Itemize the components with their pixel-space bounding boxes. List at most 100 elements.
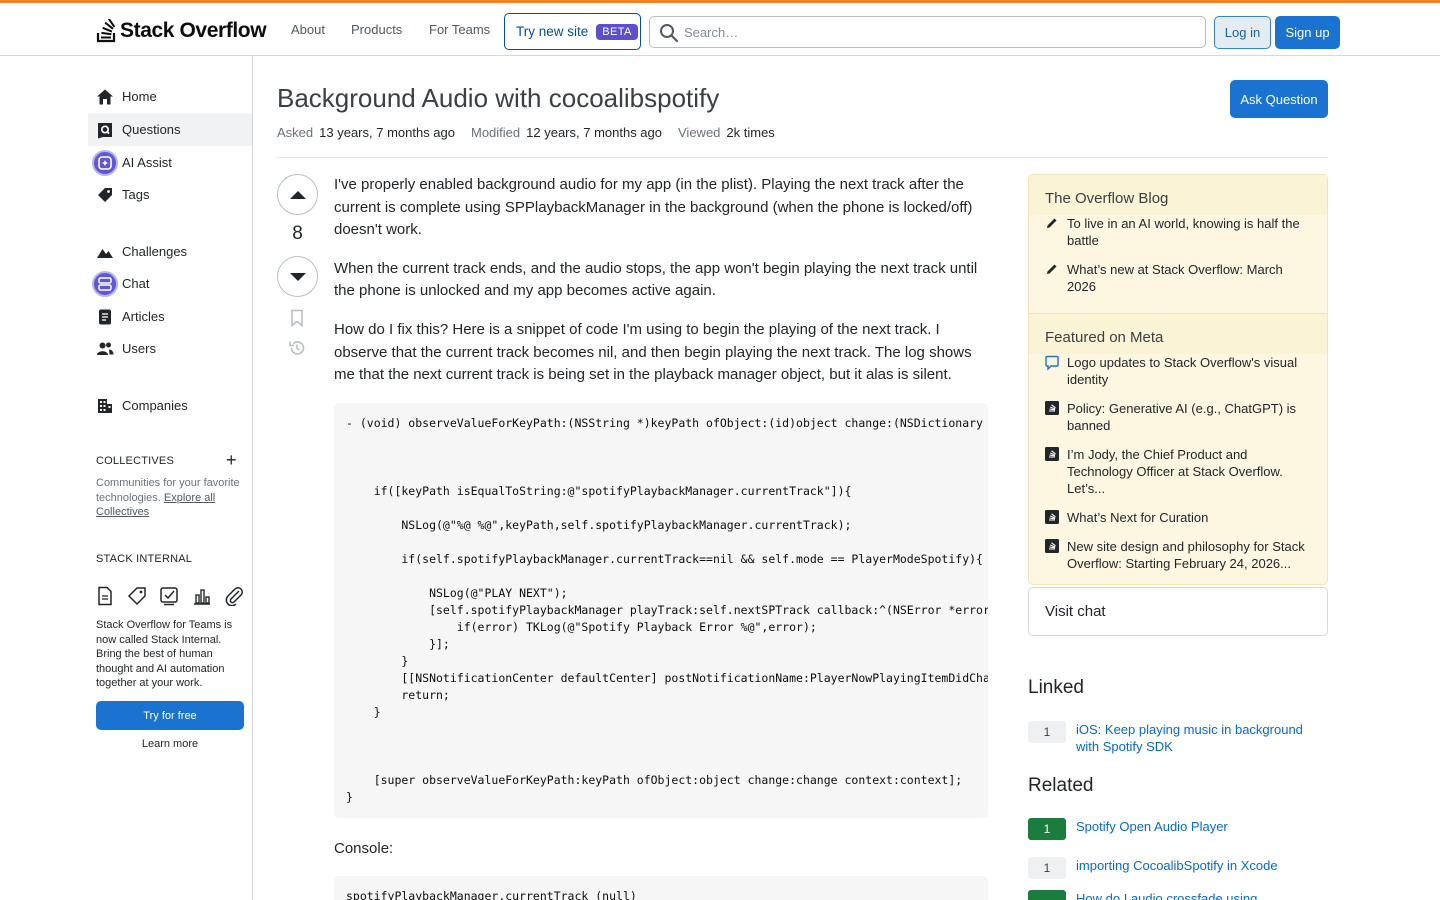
related-question-link[interactable]: How do I audio crossfade using (1076, 890, 1257, 900)
related-question-link[interactable]: Spotify Open Audio Player (1076, 818, 1228, 840)
blog-widget: The Overflow Blog To live in an AI world… (1028, 174, 1328, 585)
comment-icon (1045, 355, 1059, 371)
meta-title: Featured on Meta (1029, 313, 1327, 354)
modified-label: Modified (471, 125, 521, 140)
login-button[interactable]: Log in (1214, 16, 1271, 49)
sidebar-item-label: Chat (122, 276, 150, 291)
sidebar-item-label: Companies (122, 398, 188, 413)
signup-button[interactable]: Sign up (1275, 16, 1340, 49)
downvote-icon (289, 272, 306, 281)
nav-products[interactable]: Products (351, 22, 402, 37)
upvote-button[interactable] (277, 174, 318, 215)
stack-internal-title: STACK INTERNAL (96, 553, 193, 565)
search-box[interactable] (649, 16, 1206, 48)
console-code-block[interactable]: spotifyPlaybackManager.currentTrack (nul… (334, 876, 988, 900)
related-question-link[interactable]: importing CocoalibSpotify in Xcode (1076, 857, 1278, 879)
score-badge: 1 (1028, 721, 1066, 743)
bar-chart-icon (193, 589, 210, 605)
sidebar-item-label: Users (122, 341, 156, 356)
sidebar-item-tags[interactable]: Tags (88, 178, 252, 211)
blog-item[interactable]: What’s new at Stack Overflow: March 2026 (1029, 261, 1327, 295)
post-paragraph: When the current track ends, and the aud… (334, 259, 978, 300)
meta-item[interactable]: What’s Next for Curation (1029, 509, 1327, 526)
logo-text: Stack Overflow (120, 19, 267, 42)
companies-icon (96, 397, 114, 415)
review-icon (160, 587, 178, 606)
sidebar-item-ai-assist[interactable]: AI Assist (88, 146, 252, 179)
left-sidebar: Home Questions AI Assist Tags Challenges… (0, 56, 253, 900)
asked-label: Asked (277, 125, 314, 140)
ai-assist-icon (92, 149, 118, 176)
score-badge: 1 (1028, 857, 1066, 879)
home-icon (96, 88, 114, 106)
search-input[interactable] (684, 24, 1205, 40)
sidebar-item-companies[interactable]: Companies (88, 389, 252, 422)
sidebar-item-users[interactable]: Users (88, 332, 252, 365)
collectives-title: COLLECTIVES (96, 455, 175, 467)
linked-question-link[interactable]: iOS: Keep playing music in background wi… (1076, 721, 1328, 755)
modified-value[interactable]: 12 years, 7 months ago (526, 125, 662, 140)
downvote-button[interactable] (277, 256, 318, 297)
try-for-free-button[interactable]: Try for free (96, 701, 244, 730)
pencil-icon (1047, 218, 1057, 228)
question-title[interactable]: Background Audio with cocoalibspotify (277, 83, 719, 114)
sidebar-item-label: Questions (122, 122, 181, 137)
related-question: 1 importing CocoalibSpotify in Xcode (1028, 857, 1328, 879)
learn-more-link[interactable]: Learn more (96, 738, 244, 750)
add-collective-icon[interactable]: + (226, 451, 237, 469)
challenges-icon (96, 243, 114, 261)
blog-title: The Overflow Blog (1029, 175, 1327, 215)
upvote-icon (289, 190, 306, 199)
tag-outline-icon (127, 587, 146, 606)
related-title: Related (1028, 775, 1094, 796)
blog-item[interactable]: To live in an AI world, knowing is half … (1029, 215, 1327, 249)
linked-question: 1 iOS: Keep playing music in background … (1028, 721, 1328, 755)
question-meta: Asked 13 years, 7 months ago Modified 12… (277, 125, 791, 140)
paperclip-icon (225, 587, 243, 606)
related-question: 1 Spotify Open Audio Player (1028, 818, 1328, 840)
sidebar-item-articles[interactable]: Articles (88, 300, 252, 333)
score-badge: 1 (1028, 818, 1066, 840)
logo-icon (96, 19, 116, 43)
ask-question-button[interactable]: Ask Question (1230, 80, 1328, 118)
score-badge (1028, 890, 1066, 900)
meta-item[interactable]: I’m Jody, the Chief Product and Technolo… (1029, 446, 1327, 497)
document-icon (98, 586, 112, 606)
tag-icon (96, 186, 114, 204)
stack-internal-icons (96, 586, 244, 606)
search-icon (660, 24, 679, 43)
nav-for-teams[interactable]: For Teams (429, 22, 490, 37)
viewed-value: 2k times (726, 125, 775, 140)
question-body: I've properly enabled background audio f… (334, 174, 988, 900)
stack-overflow-logo[interactable]: Stack Overflow (96, 18, 267, 44)
nav-about[interactable]: About (291, 22, 325, 37)
console-label: Console: (334, 839, 394, 857)
chat-icon (92, 270, 118, 297)
sidebar-item-label: Articles (122, 309, 165, 324)
history-icon[interactable] (288, 339, 306, 357)
vote-count: 8 (292, 223, 303, 244)
meta-item[interactable]: Logo updates to Stack Overflow's visual … (1029, 354, 1327, 388)
visit-chat-button[interactable]: Visit chat (1028, 587, 1328, 636)
related-question: How do I audio crossfade using (1028, 890, 1328, 900)
viewed-label: Viewed (678, 125, 721, 140)
stackoverflow-icon (1045, 510, 1059, 524)
post-paragraph: I've properly enabled background audio f… (334, 176, 973, 239)
pencil-icon (1047, 264, 1057, 274)
sidebar-item-challenges[interactable]: Challenges (88, 235, 252, 268)
top-bar: Stack Overflow About Products For Teams … (0, 0, 1440, 56)
code-block[interactable]: - (void) observeValueForKeyPath:(NSStrin… (334, 402, 988, 818)
sidebar-item-questions[interactable]: Questions (88, 113, 252, 146)
bookmark-icon[interactable] (288, 309, 306, 327)
meta-item[interactable]: Policy: Generative AI (e.g., ChatGPT) is… (1029, 400, 1327, 434)
try-new-site-button[interactable]: Try new site BETA (504, 13, 641, 50)
sidebar-item-label: Tags (122, 187, 150, 202)
header-divider (277, 157, 1328, 158)
sidebar-item-home[interactable]: Home (88, 80, 252, 113)
collectives-description: Communities for your favorite technologi… (96, 477, 240, 518)
try-new-site-label: Try new site (516, 24, 589, 39)
sidebar-item-chat[interactable]: Chat (88, 267, 252, 300)
meta-item[interactable]: New site design and philosophy for Stack… (1029, 538, 1327, 572)
stackoverflow-icon (1045, 447, 1059, 461)
articles-icon (96, 308, 114, 326)
